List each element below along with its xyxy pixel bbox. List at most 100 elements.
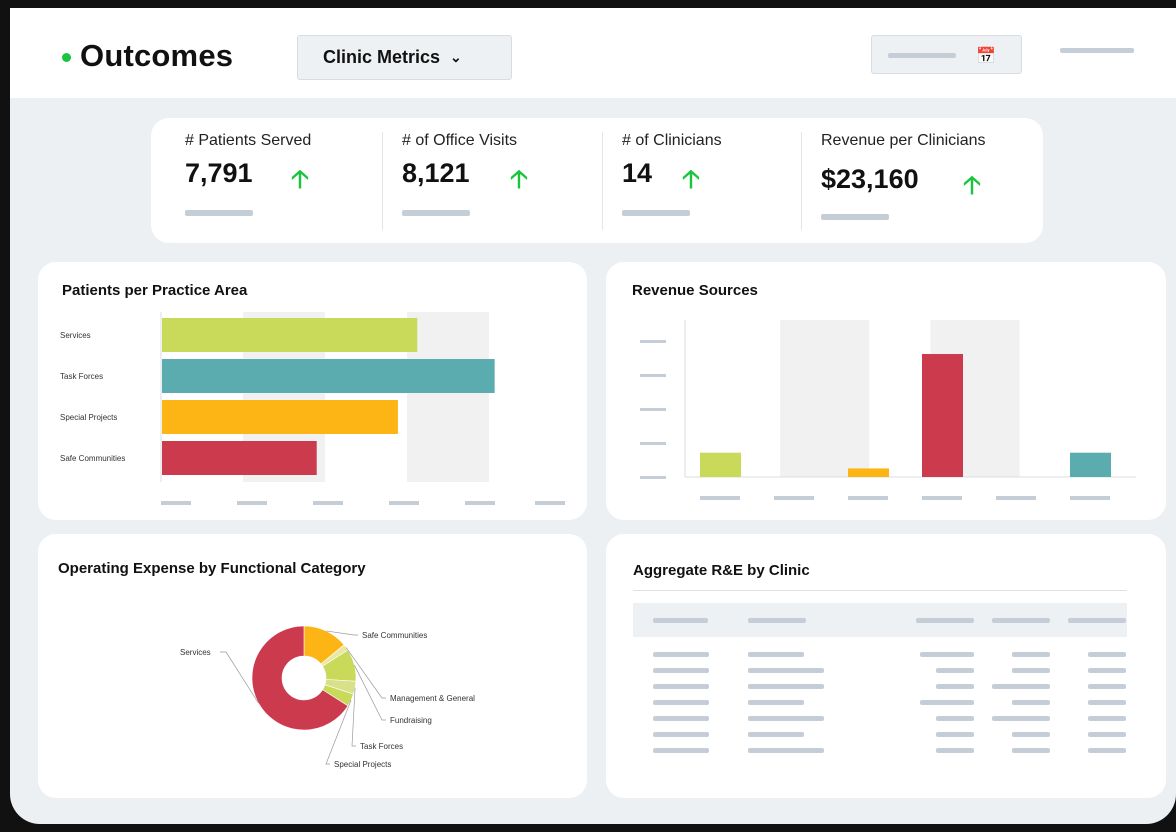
table-cell-placeholder — [1088, 732, 1126, 737]
kpi-placeholder — [622, 210, 690, 216]
kpi-placeholder — [185, 210, 253, 216]
kpi-office-visits: # of Office Visits 8,121 🡡 — [402, 118, 602, 243]
date-placeholder — [888, 53, 956, 58]
operating-expense-card: Operating Expense by Functional Category… — [38, 534, 587, 798]
kpi-value: 7,791 — [185, 158, 253, 188]
table-cell-placeholder — [653, 684, 709, 689]
table-cell-placeholder — [748, 732, 804, 737]
table-cell-placeholder — [748, 716, 824, 721]
table-cell-placeholder — [653, 732, 709, 737]
bar — [700, 452, 741, 477]
table-cell-placeholder — [748, 748, 824, 753]
dropdown-label: Clinic Metrics — [323, 47, 441, 67]
category-label: Safe Communities — [60, 454, 125, 463]
aggregate-re-by-clinic-card: Aggregate R&E by Clinic — [606, 534, 1166, 798]
table-cell-placeholder — [920, 700, 974, 705]
grid-band — [407, 312, 489, 482]
revenue-sources-chart — [640, 320, 1136, 500]
dashboard-frame: Outcomes Clinic Metrics ⌄ 📅 # Patients S… — [10, 8, 1176, 824]
divider — [382, 132, 383, 230]
tick-placeholder — [313, 501, 343, 505]
table-cell-placeholder — [1088, 716, 1126, 721]
kpi-revenue-per-clinician: Revenue per Clinicians $23,160 🡡 — [821, 118, 1031, 243]
trend-up-icon: 🡡 — [510, 165, 528, 193]
table-cell-placeholder — [992, 716, 1050, 721]
table-cell-placeholder — [920, 652, 974, 657]
table-cell-placeholder — [1088, 748, 1126, 753]
bar — [922, 354, 963, 477]
table-header-placeholder — [916, 618, 974, 623]
x-tick-placeholder — [700, 496, 740, 500]
table-cell-placeholder — [653, 748, 709, 753]
top-bar: Outcomes Clinic Metrics ⌄ 📅 — [10, 8, 1176, 98]
category-label: Services — [60, 331, 91, 340]
slice-label: Fundraising — [390, 716, 432, 725]
table-header-placeholder — [748, 618, 806, 623]
table-title: Aggregate R&E by Clinic — [633, 562, 810, 579]
slice-label: Safe Communities — [362, 631, 427, 640]
bar — [1070, 452, 1111, 477]
table-cell-placeholder — [936, 668, 974, 673]
table-header-placeholder — [1068, 618, 1126, 623]
y-tick-placeholder — [640, 476, 666, 479]
table-cell-placeholder — [1012, 668, 1050, 673]
trend-up-icon: 🡡 — [682, 165, 700, 193]
divider — [801, 132, 802, 230]
kpi-label: Revenue per Clinicians — [821, 132, 986, 149]
kpi-label: # of Clinicians — [622, 132, 722, 149]
kpi-value: $23,160 — [821, 164, 919, 194]
clinic-metrics-dropdown[interactable]: Clinic Metrics ⌄ — [297, 35, 512, 80]
table-cell-placeholder — [1088, 684, 1126, 689]
table-cell-placeholder — [936, 716, 974, 721]
tick-placeholder — [465, 501, 495, 505]
category-label: Special Projects — [60, 413, 117, 422]
x-tick-placeholder — [922, 496, 962, 500]
tick-placeholder — [237, 501, 267, 505]
header-placeholder — [1060, 48, 1134, 53]
bar — [162, 441, 317, 475]
divider — [602, 132, 603, 230]
kpi-clinicians: # of Clinicians 14 🡡 — [622, 118, 802, 243]
trend-up-icon: 🡡 — [963, 171, 981, 199]
revenue-sources-card: Revenue Sources — [606, 262, 1166, 520]
page-title: Outcomes — [80, 38, 234, 73]
slice-label: Services — [180, 648, 211, 657]
table-cell-placeholder — [653, 700, 709, 705]
x-tick-placeholder — [848, 496, 888, 500]
table-cell-placeholder — [653, 652, 709, 657]
date-picker[interactable]: 📅 — [871, 35, 1022, 74]
table-cell-placeholder — [748, 700, 804, 705]
trend-up-icon: 🡡 — [291, 165, 309, 193]
table-cell-placeholder — [653, 716, 709, 721]
x-tick-placeholder — [1070, 496, 1110, 500]
leader-line — [354, 664, 386, 721]
table-cell-placeholder — [1012, 732, 1050, 737]
table-header-placeholder — [992, 618, 1050, 623]
bar — [162, 318, 418, 352]
y-tick-placeholder — [640, 408, 666, 411]
table-cell-placeholder — [653, 668, 709, 673]
status-dot — [62, 53, 71, 62]
table-cell-placeholder — [936, 684, 974, 689]
calendar-icon: 📅 — [976, 48, 996, 65]
kpi-patients-served: # Patients Served 7,791 🡡 — [185, 118, 385, 243]
operating-expense-donut-chart: Safe Communities Management & General Fund… — [180, 625, 475, 769]
kpi-label: # of Office Visits — [402, 132, 518, 149]
y-tick-placeholder — [640, 442, 666, 445]
table-cell-placeholder — [1088, 668, 1126, 673]
slice-label: Task Forces — [360, 742, 403, 751]
slice-label: Special Projects — [334, 760, 391, 769]
y-tick-placeholder — [640, 374, 666, 377]
table-header-placeholder — [653, 618, 708, 623]
grid-band — [780, 320, 870, 477]
table-cell-placeholder — [936, 732, 974, 737]
kpi-placeholder — [821, 214, 889, 220]
kpi-placeholder — [402, 210, 470, 216]
table-cell-placeholder — [992, 684, 1050, 689]
kpi-summary-card: # Patients Served 7,791 🡡 # of Office Vi… — [151, 118, 1043, 243]
tick-placeholder — [161, 501, 191, 505]
kpi-label: # Patients Served — [185, 132, 312, 149]
patients-per-practice-area-chart: Services Task Forces Special Projects Safe … — [60, 312, 565, 505]
x-tick-placeholder — [774, 496, 814, 500]
table-cell-placeholder — [1012, 700, 1050, 705]
